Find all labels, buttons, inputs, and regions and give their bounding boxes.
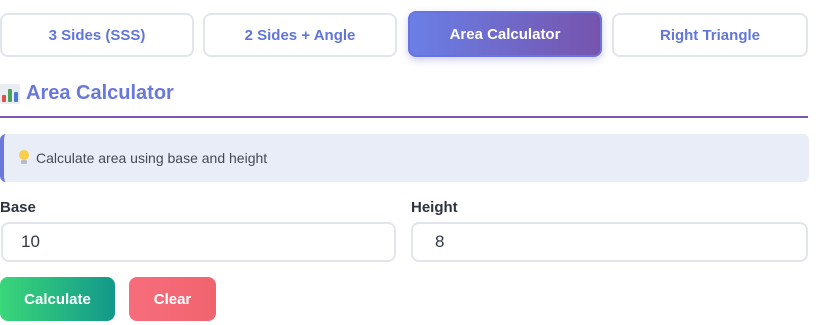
- bar-chart-icon: [0, 84, 20, 104]
- tab-area-calculator[interactable]: Area Calculator: [408, 11, 602, 57]
- tab-two-sides-angle[interactable]: 2 Sides + Angle: [203, 13, 397, 57]
- calculate-button[interactable]: Calculate: [0, 277, 115, 321]
- calculator-tabs: 3 Sides (SSS) 2 Sides + Angle Area Calcu…: [0, 11, 816, 57]
- base-label: Base: [0, 199, 36, 216]
- tab-sss[interactable]: 3 Sides (SSS): [0, 13, 194, 57]
- info-text: Calculate area using base and height: [36, 150, 268, 166]
- height-label: Height: [411, 199, 458, 216]
- base-input[interactable]: [1, 222, 396, 262]
- section-title: Area Calculator: [26, 82, 174, 104]
- clear-button[interactable]: Clear: [129, 277, 216, 321]
- height-input[interactable]: [411, 222, 808, 262]
- section-header: Area Calculator: [0, 80, 808, 118]
- tab-right-triangle[interactable]: Right Triangle: [612, 13, 808, 57]
- info-box: Calculate area using base and height: [0, 134, 809, 182]
- lightbulb-icon: [18, 150, 30, 166]
